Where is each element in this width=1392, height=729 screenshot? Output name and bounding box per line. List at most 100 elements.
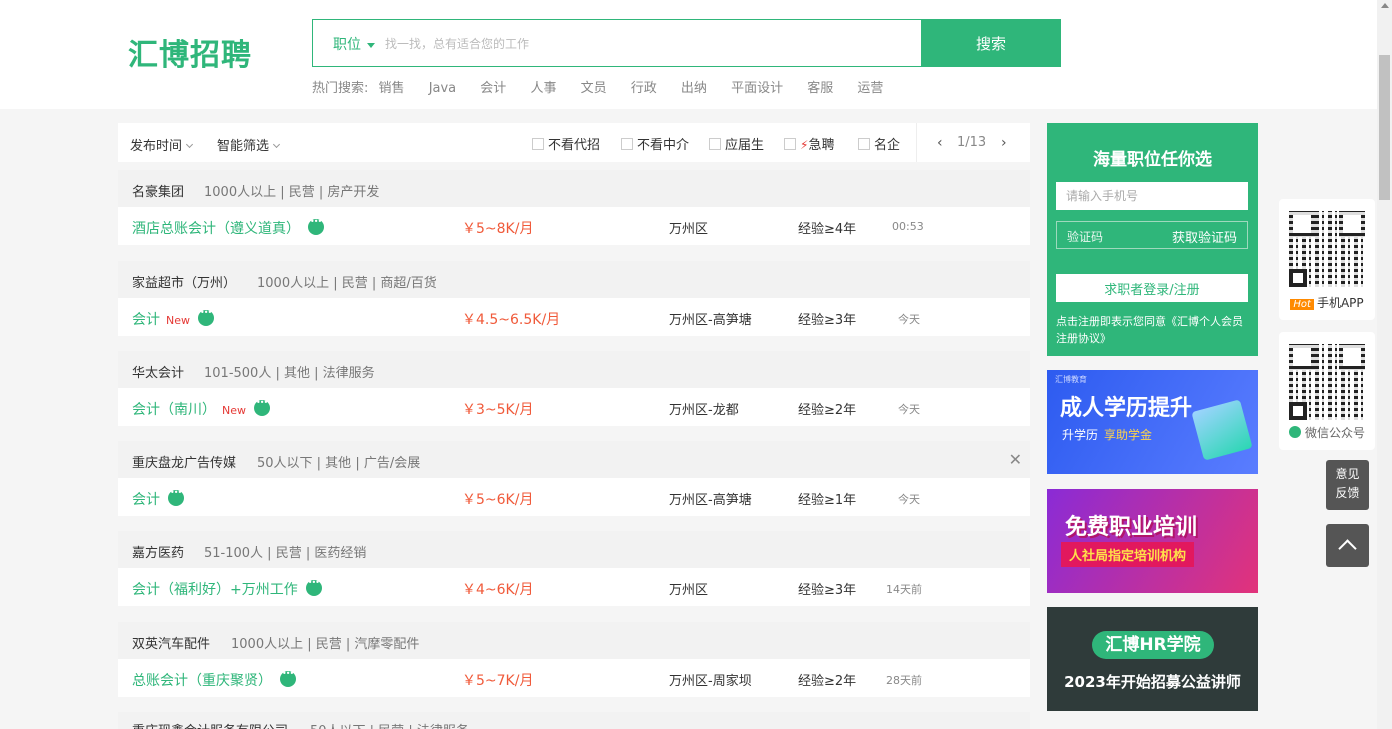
- hot-keyword[interactable]: 人事: [530, 81, 556, 96]
- checkbox-graduate[interactable]: 应届生: [709, 134, 764, 153]
- checkbox-urgent[interactable]: ⚡急聘: [784, 134, 834, 153]
- job-row[interactable]: 会计（南川）New ￥3~5K/月 万州区-龙都 经验≥2年 今天: [118, 388, 1030, 426]
- hot-keyword[interactable]: 文员: [581, 81, 607, 96]
- job-row[interactable]: 会计（福利好）+万州工作 ￥4~6K/月 万州区 经验≥3年 14天前: [118, 568, 1030, 606]
- experience: 经验≥2年: [798, 403, 857, 418]
- company-name[interactable]: 名豪集团: [132, 181, 184, 200]
- post-time: 14天前: [886, 583, 922, 596]
- job-card: 双英汽车配件 1000人以上 | 民营 | 汽摩零配件 总账会计（重庆聚贤） ￥…: [118, 622, 1030, 705]
- experience: 经验≥4年: [798, 222, 857, 237]
- login-title: 海量职位任你选: [1093, 150, 1212, 170]
- salary: ￥5~6K/月: [462, 492, 534, 508]
- company-info: 1000人以上 | 民营 | 商超/百货: [257, 276, 437, 291]
- chat-icon[interactable]: [308, 217, 324, 235]
- login-panel: 海量职位任你选 验证码 获取验证码 求职者登录/注册 点击注册即表示您同意《汇博…: [1047, 123, 1258, 356]
- job-title[interactable]: 会计（南川） New: [132, 398, 270, 419]
- chat-icon[interactable]: [254, 398, 270, 416]
- job-row[interactable]: 会计New ￥4.5~6.5K/月 万州区-高笋塘 经验≥3年 今天: [118, 298, 1030, 336]
- caret-down-icon: [367, 42, 375, 48]
- smart-filter-dropdown[interactable]: 智能筛选: [217, 135, 281, 154]
- salary: ￥5~8K/月: [462, 221, 534, 237]
- hot-keyword[interactable]: 平面设计: [731, 81, 783, 96]
- job-title[interactable]: 会计 New: [132, 308, 214, 329]
- salary: ￥3~5K/月: [462, 402, 534, 418]
- qr-corner: [1289, 402, 1307, 420]
- salary: ￥4~6K/月: [462, 582, 534, 598]
- site-header: 汇博招聘 职位 搜索 热门搜索: 销售 Java 会计 人事 文员 行政 出纳 …: [0, 0, 1377, 109]
- search-button[interactable]: 搜索: [921, 19, 1061, 67]
- wechat-qr-card[interactable]: 微信公众号: [1279, 332, 1375, 450]
- banner-hr-academy[interactable]: 汇博HR学院 2023年开始招募公益讲师: [1047, 607, 1258, 711]
- company-info: 51-100人 | 民营 | 医药经销: [204, 546, 367, 561]
- job-title[interactable]: 酒店总账会计（遵义道真）: [132, 217, 324, 238]
- job-title[interactable]: 总账会计（重庆聚贤）: [132, 669, 296, 690]
- company-name[interactable]: 重庆盘龙广告传媒: [132, 452, 236, 471]
- checkbox-no-intermediary[interactable]: 不看中介: [621, 134, 689, 153]
- chat-icon[interactable]: [168, 488, 184, 506]
- chevron-down-icon: [185, 140, 194, 149]
- hot-keyword[interactable]: 销售: [379, 81, 405, 96]
- job-title[interactable]: 会计: [132, 488, 184, 509]
- code-placeholder: 验证码: [1067, 230, 1104, 244]
- scrollbar[interactable]: [1377, 0, 1392, 729]
- next-page-icon[interactable]: ›: [1001, 135, 1007, 151]
- scrollbar-thumb[interactable]: [1379, 55, 1390, 200]
- banner-subtitle: 升学历 享助学金: [1062, 428, 1153, 442]
- hot-keyword[interactable]: 客服: [807, 81, 833, 96]
- post-time: 00:53: [892, 220, 924, 233]
- hot-keyword[interactable]: 会计: [480, 81, 506, 96]
- phone-input[interactable]: [1056, 182, 1248, 210]
- company-name[interactable]: 华太会计: [132, 362, 184, 381]
- chat-icon[interactable]: [305, 578, 322, 596]
- app-qr-card[interactable]: Hot 手机APP: [1279, 199, 1375, 320]
- banner-training[interactable]: 免费职业培训 人社局指定培训机构: [1047, 489, 1258, 593]
- checkbox-famous-company[interactable]: 名企: [858, 134, 900, 153]
- job-row[interactable]: 会计 ￥5~6K/月 万州区-高笋塘 经验≥1年 今天: [118, 478, 1030, 516]
- banner-title: 免费职业培训: [1065, 515, 1198, 540]
- company-bar: 重庆现鑫会计服务有限公司 50人以下 | 民营 | 法律服务: [118, 712, 1030, 729]
- location: 万州区-高笋塘: [669, 493, 752, 508]
- chat-icon[interactable]: [280, 669, 296, 687]
- hot-keyword[interactable]: Java: [429, 81, 456, 96]
- post-time: 今天: [898, 313, 920, 326]
- job-card: 家益超市（万州） 1000人以上 | 民营 | 商超/百货 会计New ￥4.5…: [118, 261, 1030, 344]
- hot-keyword[interactable]: 出纳: [681, 81, 707, 96]
- job-row[interactable]: 总账会计（重庆聚贤） ￥5~7K/月 万州区-周家坝 经验≥2年 28天前: [118, 659, 1030, 697]
- login-register-button[interactable]: 求职者登录/注册: [1056, 274, 1248, 302]
- company-info: 50人以下 | 民营 | 法律服务: [310, 720, 469, 729]
- logo[interactable]: 汇博招聘: [128, 30, 252, 74]
- wechat-label: 微信公众号: [1279, 424, 1375, 441]
- company-info: 1000人以上 | 民营 | 房产开发: [204, 185, 380, 200]
- code-field[interactable]: 验证码 获取验证码: [1056, 221, 1248, 249]
- hot-searches: 热门搜索: 销售 Java 会计 人事 文员 行政 出纳 平面设计 客服 运营: [312, 77, 903, 96]
- job-title[interactable]: 会计（福利好）+万州工作: [132, 578, 322, 599]
- hot-keyword[interactable]: 运营: [857, 81, 883, 96]
- search-input[interactable]: [385, 30, 905, 58]
- company-name[interactable]: 家益超市（万州）: [132, 272, 236, 291]
- company-name[interactable]: 重庆现鑫会计服务有限公司: [132, 720, 288, 729]
- banner-subtitle: 人社局指定培训机构: [1061, 542, 1195, 567]
- feedback-line: 反馈: [1335, 486, 1360, 500]
- scroll-up-icon[interactable]: [1381, 3, 1389, 8]
- search-type-dropdown[interactable]: 职位: [333, 34, 375, 54]
- back-to-top-icon[interactable]: [1326, 524, 1369, 567]
- banner-education[interactable]: 汇博教育 成人学历提升 升学历 享助学金: [1047, 370, 1258, 474]
- post-time: 今天: [898, 493, 920, 506]
- get-code-button[interactable]: 获取验证码: [1172, 227, 1237, 246]
- close-icon[interactable]: ✕: [1009, 450, 1022, 469]
- hot-keyword[interactable]: 行政: [631, 81, 657, 96]
- experience: 经验≥3年: [798, 583, 857, 598]
- feedback-button[interactable]: 意见 反馈: [1326, 460, 1369, 510]
- agreement-text[interactable]: 点击注册即表示您同意《汇博个人会员注册协议》: [1056, 313, 1251, 347]
- banner-subtitle: 2023年开始招募公益讲师: [1064, 673, 1241, 691]
- prev-page-icon[interactable]: ‹: [937, 135, 943, 151]
- company-name[interactable]: 双英汽车配件: [132, 633, 210, 652]
- chat-icon[interactable]: [198, 308, 214, 326]
- company-bar: 嘉方医药 51-100人 | 民营 | 医药经销: [118, 531, 1030, 568]
- company-name[interactable]: 嘉方医药: [132, 542, 184, 561]
- company-bar: 名豪集团 1000人以上 | 民营 | 房产开发: [118, 170, 1030, 207]
- job-row[interactable]: 酒店总账会计（遵义道真） ￥5~8K/月 万州区 经验≥4年 00:53: [118, 207, 1030, 245]
- pager: ‹ 1/13 ›: [916, 123, 1030, 162]
- checkbox-no-agency[interactable]: 不看代招: [532, 134, 600, 153]
- sort-dropdown[interactable]: 发布时间: [130, 135, 194, 154]
